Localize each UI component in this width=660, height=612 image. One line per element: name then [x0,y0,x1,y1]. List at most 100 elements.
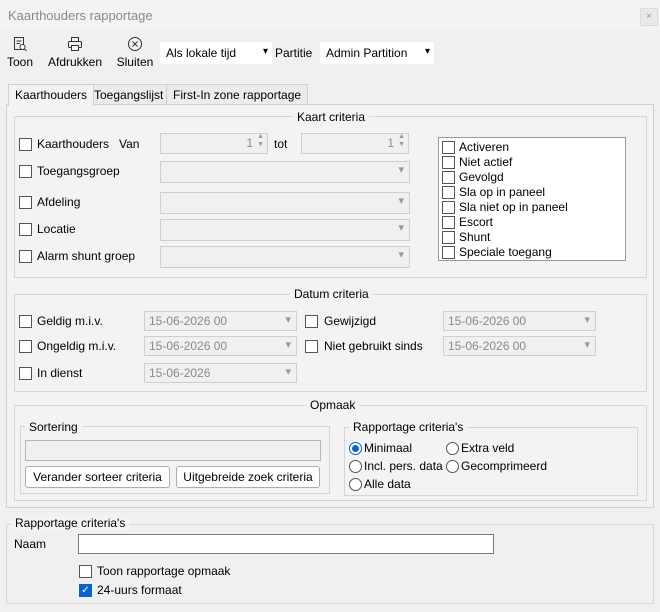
option-checkbox[interactable] [442,216,455,229]
chevron-down-icon: ▾ [285,314,291,326]
spin-arrows-icon: ▲ ▼ [257,133,264,148]
sorting-legend: Sortering [25,420,82,434]
option-checkbox[interactable] [442,156,455,169]
print-button[interactable]: Afdrukken [46,34,104,74]
chevron-down-icon: ▾ [398,195,404,207]
invalid-from-datepicker[interactable]: 15-06-2026 00 ▾ [144,336,297,356]
option-checkbox[interactable] [442,141,455,154]
layout-legend: Opmaak [306,398,360,412]
chevron-down-icon: ▾ [285,366,291,378]
show-layout-checkbox[interactable] [79,565,92,578]
status-options-list: Activeren Niet actief Gevolgd Sla op in … [438,137,626,261]
access-group-dropdown[interactable]: ▾ [160,161,410,183]
cardholders-checkbox[interactable] [19,138,32,151]
spin-arrows-icon: ▲ ▼ [398,133,405,148]
option-label: Sla op in paneel [459,185,546,199]
compressed-label: Gecomprimeerd [461,459,548,473]
option-label: Escort [459,215,494,229]
tab-first-in-zone[interactable]: First-In zone rapportage [166,84,309,105]
name-label: Naam [14,537,47,551]
chevron-down-icon: ▾ [584,339,590,351]
location-label: Locatie [37,222,76,236]
modified-label: Gewijzigd [324,314,377,328]
tab-kaarthouders[interactable]: Kaarthouders [8,84,95,106]
to-number-input[interactable]: 1 ▲ ▼ [301,133,409,154]
chevron-down-icon: ▾ [285,339,291,351]
option-checkbox[interactable] [442,231,455,244]
sorting-field[interactable] [25,440,321,461]
alarm-shunt-group-checkbox[interactable] [19,250,32,263]
valid-from-datepicker[interactable]: 15-06-2026 00 ▾ [144,311,297,331]
alarm-shunt-group-label: Alarm shunt groep [37,249,136,263]
show-layout-label: Toon rapportage opmaak [97,564,231,578]
from-label: Van [119,137,140,151]
in-service-datepicker[interactable]: 15-06-2026 ▾ [144,363,297,383]
window-title: Kaarthouders rapportage [8,8,153,23]
minimal-label: Minimaal [364,441,413,455]
invalid-from-checkbox[interactable] [19,340,32,353]
close-button[interactable]: Sluiten [115,34,155,74]
not-used-since-value: 15-06-2026 00 [448,339,527,353]
option-checkbox[interactable] [442,201,455,214]
print-label: Afdrukken [47,55,103,69]
chevron-down-icon: ▾ [398,164,404,176]
invalid-from-label: Ongeldig m.i.v. [37,339,117,353]
valid-from-label: Geldig m.i.v. [37,314,103,328]
department-dropdown[interactable]: ▾ [160,192,410,214]
tab-toegangslijst[interactable]: Toegangslijst [87,84,171,105]
alarm-shunt-group-dropdown[interactable]: ▾ [160,246,410,268]
report-view-icon [14,37,27,52]
not-used-since-checkbox[interactable] [305,340,318,353]
format-24h-checkbox[interactable]: ✓ [79,584,92,597]
date-criteria-legend: Datum criteria [290,287,373,301]
option-label: Speciale toegang [459,245,552,259]
format-24h-label: 24-uurs formaat [97,583,182,597]
invalid-from-value: 15-06-2026 00 [149,339,228,353]
extra-field-radio[interactable] [446,442,459,455]
report-criteria-legend: Rapportage criteria's [11,516,130,530]
option-label: Activeren [459,140,510,154]
partition-dropdown[interactable]: Admin Partition ▾ [320,42,434,64]
access-group-checkbox[interactable] [19,165,32,178]
partition-label: Partitie [275,46,313,60]
partition-value: Admin Partition [326,46,408,60]
all-data-label: Alle data [364,477,411,491]
option-checkbox[interactable] [442,246,455,259]
from-number-input[interactable]: 1 ▲ ▼ [160,133,268,154]
option-checkbox[interactable] [442,186,455,199]
advanced-search-button[interactable]: Uitgebreide zoek criteria [176,466,320,488]
option-label: Niet actief [459,155,513,169]
report-format-legend: Rapportage criteria's [349,420,468,434]
not-used-since-datepicker[interactable]: 15-06-2026 00 ▾ [443,336,596,356]
option-label: Gevolgd [459,170,504,184]
minimal-radio[interactable] [349,442,362,455]
in-service-label: In dienst [37,366,83,380]
department-checkbox[interactable] [19,196,32,209]
window-close-icon[interactable]: × [640,8,658,26]
valid-from-value: 15-06-2026 00 [149,314,228,328]
cardholders-label: Kaarthouders [37,137,110,151]
chevron-down-icon: ▾ [398,249,404,261]
name-input[interactable] [78,534,494,554]
not-used-since-label: Niet gebruikt sinds [324,339,423,353]
location-checkbox[interactable] [19,223,32,236]
chevron-down-icon: ▾ [584,314,590,326]
card-criteria-legend: Kaart criteria [293,110,370,124]
modified-checkbox[interactable] [305,315,318,328]
chevron-down-icon: ▾ [262,46,268,57]
time-mode-dropdown[interactable]: Als lokale tijd ▾ [160,42,272,64]
to-number-value: 1 [387,136,394,150]
in-service-checkbox[interactable] [19,367,32,380]
chevron-down-icon: ▾ [398,222,404,234]
modified-datepicker[interactable]: 15-06-2026 00 ▾ [443,311,596,331]
access-group-label: Toegangsgroep [37,164,120,178]
close-label: Sluiten [116,55,154,69]
all-data-radio[interactable] [349,478,362,491]
change-sort-button[interactable]: Verander sorteer criteria [25,466,170,488]
compressed-radio[interactable] [446,460,459,473]
show-button[interactable]: Toon [4,34,36,74]
location-dropdown[interactable]: ▾ [160,219,410,241]
option-checkbox[interactable] [442,171,455,184]
valid-from-checkbox[interactable] [19,315,32,328]
incl-personal-radio[interactable] [349,460,362,473]
